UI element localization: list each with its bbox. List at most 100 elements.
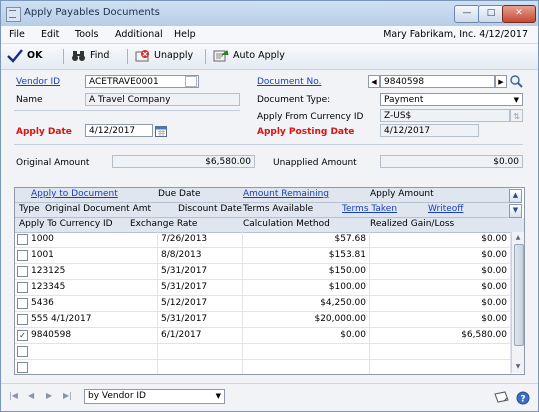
- expand-rows-button[interactable]: ▼: [509, 204, 522, 218]
- maximize-button[interactable]: □: [478, 5, 504, 23]
- cell-document[interactable]: 1000: [15, 232, 158, 247]
- cell-document[interactable]: [15, 344, 158, 359]
- sort-by-select[interactable]: by Vendor ID ▼: [84, 389, 225, 404]
- cell-amount-remaining[interactable]: [243, 360, 370, 374]
- close-button[interactable]: ✕: [502, 5, 536, 23]
- menu-help[interactable]: Help: [174, 29, 196, 40]
- collapse-rows-button[interactable]: ▲: [509, 189, 522, 203]
- document-no-field[interactable]: 9840598: [380, 75, 495, 88]
- cell-document[interactable]: 1001: [15, 248, 158, 263]
- cell-document[interactable]: 5436: [15, 296, 158, 311]
- cell-amount-remaining[interactable]: $57.68: [243, 232, 370, 247]
- cell-amount-remaining[interactable]: $0.00: [243, 328, 370, 343]
- apply-checkbox[interactable]: [17, 282, 28, 293]
- cell-due-date[interactable]: [158, 344, 243, 359]
- next-record-icon[interactable]: ▶: [46, 391, 52, 400]
- menu-edit[interactable]: Edit: [41, 29, 59, 40]
- col-due-date: Due Date: [158, 189, 201, 199]
- cell-apply-amount[interactable]: [370, 344, 511, 359]
- apply-checkbox[interactable]: [17, 266, 28, 277]
- previous-record-icon[interactable]: ◀: [28, 391, 34, 400]
- cell-apply-amount[interactable]: $0.00: [370, 264, 511, 279]
- table-row[interactable]: [15, 344, 511, 360]
- grid-scrollbar[interactable]: ▲ ▼: [511, 232, 524, 373]
- cell-document[interactable]: 555 4/1/2017: [15, 312, 158, 327]
- cell-amount-remaining[interactable]: $153.81: [243, 248, 370, 263]
- col-amount-remaining[interactable]: Amount Remaining: [243, 189, 329, 199]
- table-row[interactable]: 123125 5/31/2017 $150.00 $0.00: [15, 264, 511, 280]
- table-row[interactable]: 1001 8/8/2013 $153.81 $0.00: [15, 248, 511, 264]
- cell-apply-amount[interactable]: $0.00: [370, 232, 511, 247]
- table-row[interactable]: 5436 5/12/2017 $4,250.00 $0.00: [15, 296, 511, 312]
- last-record-icon[interactable]: ▶|: [63, 391, 72, 400]
- cell-apply-amount[interactable]: $6,580.00: [370, 328, 511, 343]
- cell-amount-remaining[interactable]: $20,000.00: [243, 312, 370, 327]
- table-row[interactable]: 555 4/1/2017 5/31/2017 $20,000.00 $0.00: [15, 312, 511, 328]
- search-icon[interactable]: [509, 74, 523, 88]
- menu-tools[interactable]: Tools: [75, 29, 98, 40]
- calendar-icon[interactable]: [155, 125, 167, 137]
- col-writeoff[interactable]: Writeoff: [428, 204, 463, 214]
- cell-due-date[interactable]: 8/8/2013: [158, 248, 243, 263]
- window-title: Apply Payables Documents: [24, 7, 160, 18]
- next-document-button[interactable]: ▶: [495, 75, 507, 88]
- menu-additional[interactable]: Additional: [115, 29, 163, 40]
- cell-apply-amount[interactable]: [370, 360, 511, 374]
- apply-checkbox[interactable]: ✓: [17, 330, 28, 341]
- cell-due-date[interactable]: 5/31/2017: [158, 264, 243, 279]
- vendor-id-field[interactable]: ACETRAVE0001: [85, 75, 199, 88]
- cell-amount-remaining[interactable]: $4,250.00: [243, 296, 370, 311]
- cell-amount-remaining[interactable]: $150.00: [243, 264, 370, 279]
- cell-amount-remaining[interactable]: $100.00: [243, 280, 370, 295]
- cell-document[interactable]: ✓ 9840598: [15, 328, 158, 343]
- cell-apply-amount[interactable]: $0.00: [370, 280, 511, 295]
- find-button[interactable]: Find: [71, 48, 109, 64]
- col-terms-taken[interactable]: Terms Taken: [342, 204, 397, 214]
- apply-checkbox[interactable]: [17, 362, 28, 373]
- document-no-label[interactable]: Document No.: [257, 77, 321, 87]
- table-row[interactable]: 1000 7/26/2013 $57.68 $0.00: [15, 232, 511, 248]
- prev-document-button[interactable]: ◀: [368, 75, 380, 88]
- toolbar-separator: [127, 49, 128, 64]
- cell-due-date[interactable]: 5/31/2017: [158, 280, 243, 295]
- apply-checkbox[interactable]: [17, 234, 28, 245]
- vendor-id-label[interactable]: Vendor ID: [16, 77, 60, 87]
- unapply-button[interactable]: Unapply: [135, 48, 193, 64]
- cell-amount-remaining[interactable]: [243, 344, 370, 359]
- cell-apply-amount[interactable]: $0.00: [370, 248, 511, 263]
- cell-due-date[interactable]: 5/12/2017: [158, 296, 243, 311]
- cell-due-date[interactable]: 7/26/2013: [158, 232, 243, 247]
- cell-document[interactable]: 123125: [15, 264, 158, 279]
- first-record-icon[interactable]: |◀: [9, 391, 18, 400]
- cell-document[interactable]: 123345: [15, 280, 158, 295]
- cell-apply-amount[interactable]: $0.00: [370, 296, 511, 311]
- apply-checkbox[interactable]: [17, 346, 28, 357]
- scroll-down-icon[interactable]: ▼: [513, 362, 523, 372]
- apply-date-field[interactable]: 4/12/2017: [85, 124, 153, 137]
- chevron-down-icon: ▼: [215, 392, 221, 400]
- scroll-thumb[interactable]: [514, 244, 524, 346]
- table-row[interactable]: [15, 360, 511, 374]
- vendor-lookup-icon[interactable]: [185, 76, 197, 87]
- cell-document[interactable]: [15, 360, 158, 374]
- ok-button[interactable]: OK: [7, 48, 42, 64]
- name-field: A Travel Company: [85, 93, 240, 106]
- cell-due-date[interactable]: 6/1/2017: [158, 328, 243, 343]
- apply-checkbox[interactable]: [17, 250, 28, 261]
- document-number: 5436: [31, 298, 54, 308]
- cell-due-date[interactable]: [158, 360, 243, 374]
- scroll-up-icon[interactable]: ▲: [513, 233, 523, 243]
- apply-checkbox[interactable]: [17, 314, 28, 325]
- document-type-select[interactable]: Payment ▼: [380, 93, 523, 106]
- table-row[interactable]: 123345 5/31/2017 $100.00 $0.00: [15, 280, 511, 296]
- auto-apply-button[interactable]: Auto Apply: [213, 48, 285, 64]
- cell-apply-amount[interactable]: $0.00: [370, 312, 511, 327]
- apply-checkbox[interactable]: [17, 298, 28, 309]
- minimize-button[interactable]: —: [454, 5, 480, 23]
- note-icon[interactable]: [494, 391, 510, 404]
- cell-due-date[interactable]: 5/31/2017: [158, 312, 243, 327]
- menu-file[interactable]: File: [9, 29, 25, 40]
- help-icon[interactable]: ?: [516, 391, 530, 405]
- table-row[interactable]: ✓ 9840598 6/1/2017 $0.00 $6,580.00: [15, 328, 511, 344]
- col-apply-to-document[interactable]: Apply to Document: [31, 189, 118, 199]
